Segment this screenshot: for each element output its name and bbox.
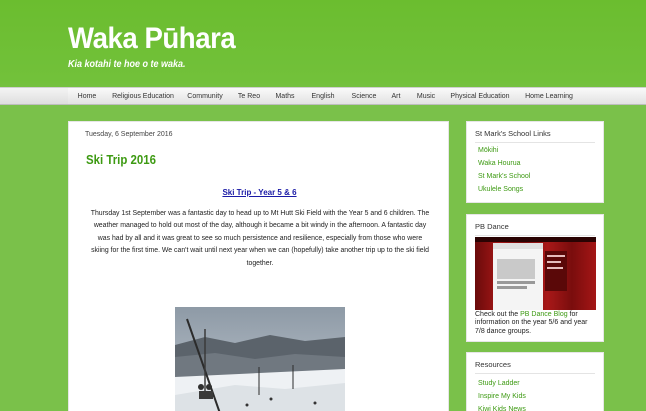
post-body-line: skiing for the first time. We can't wait… [91,247,429,255]
post-body-line: weather managed to hold out most of the … [93,222,427,230]
widget-divider [475,235,595,236]
nav-bar-edge [0,87,68,105]
school-links-list: Mōkihi Waka Hourua St Mark's School Ukul… [478,144,530,196]
link-kiwi-kids-news[interactable]: Kiwi Kids News [478,403,526,411]
ski-field-photo-image [175,307,345,411]
school-links-widget: St Mark's School Links Mōkihi Waka Houru… [466,121,604,203]
pb-dance-thumbnail [475,237,596,310]
link-inspire-my-kids[interactable]: Inspire My Kids [478,390,526,403]
resources-widget: Resources Study Ladder Inspire My Kids K… [466,352,604,411]
post-body-line: together. [246,259,274,267]
blog-description: Kia kotahi te hoe o te waka. [68,59,186,70]
school-links-title: St Mark's School Links [475,129,551,138]
pb-dance-title: PB Dance [475,222,509,231]
nav-item-community[interactable]: Community [180,93,230,100]
post-title[interactable]: Ski Trip 2016 [86,152,156,167]
nav-item-music[interactable]: Music [408,93,444,100]
nav-item-english[interactable]: English [302,93,344,100]
post-body-line: Thursday 1st September was a fantastic d… [90,210,430,217]
nav-item-science[interactable]: Science [344,93,384,100]
nav-item-physical-education[interactable]: Physical Education [444,93,516,100]
widget-divider [475,142,595,143]
link-ukulele-songs[interactable]: Ukulele Songs [478,183,530,196]
resources-list: Study Ladder Inspire My Kids Kiwi Kids N… [478,377,526,411]
link-mokihi[interactable]: Mōkihi [478,144,530,157]
nav-bar: Home Religious Education Community Te Re… [68,87,646,105]
nav-item-te-reo[interactable]: Te Reo [230,93,268,100]
widget-divider [475,373,595,374]
pb-dance-blog-link[interactable]: PB Dance Blog [520,311,567,318]
pb-dance-blog-image[interactable] [475,237,596,310]
post-body: Thursday 1st September was a fantastic d… [81,208,439,270]
link-study-ladder[interactable]: Study Ladder [478,377,526,390]
nav-item-home[interactable]: Home [68,93,106,100]
nav-item-home-learning[interactable]: Home Learning [516,93,582,100]
resources-title: Resources [475,360,511,369]
pb-dance-caption: Check out the PB Dance Blog for informat… [475,311,599,336]
pb-dance-widget: PB Dance Check out the PB Dance Blog for… [466,214,604,342]
pb-caption-text: Check out the [475,311,521,318]
link-st-marks-school[interactable]: St Mark's School [478,170,530,183]
post-date: Tuesday, 6 September 2016 [85,131,173,138]
link-waka-hourua[interactable]: Waka Hourua [478,157,530,170]
nav-item-art[interactable]: Art [384,93,408,100]
blog-title[interactable]: Waka Pūhara [68,22,236,56]
post-body-line: was had by all and it was great to see s… [97,234,423,242]
post-subtitle-link[interactable]: Ski Trip - Year 5 & 6 [69,188,450,197]
ski-field-photo[interactable] [175,307,345,411]
blog-header: Waka Pūhara Kia kotahi te hoe o te waka. [68,22,250,70]
blog-post: Tuesday, 6 September 2016 Ski Trip 2016 … [68,121,449,411]
nav-item-religious-education[interactable]: Religious Education [106,93,180,100]
nav-item-maths[interactable]: Maths [268,93,302,100]
